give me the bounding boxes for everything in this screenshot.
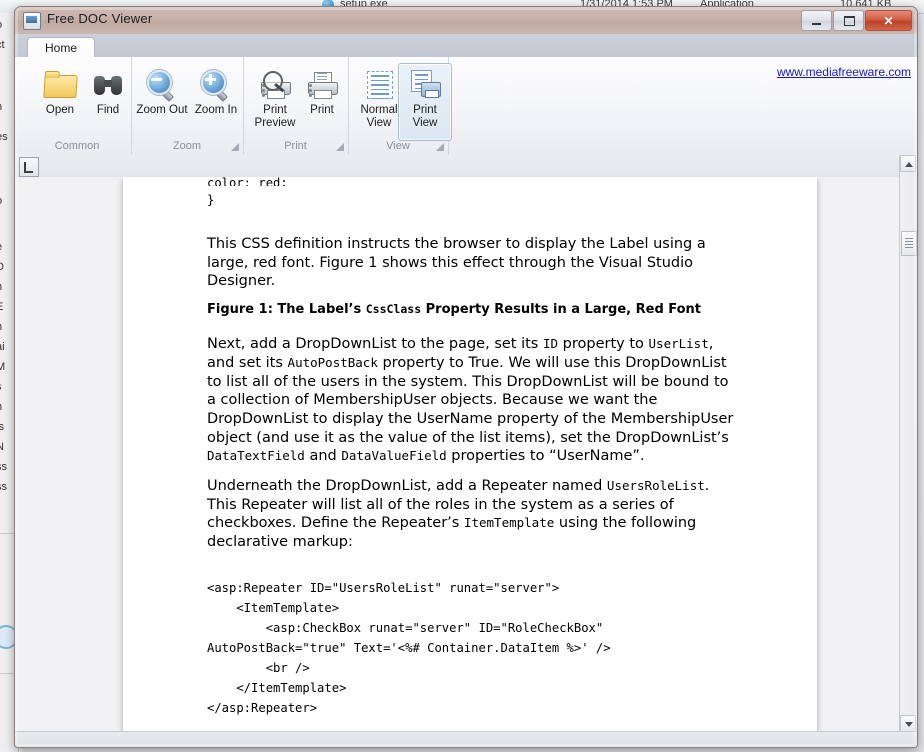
bg-text-fragment: ss [0,461,7,473]
bg-text-fragment: ai [0,341,5,353]
paragraph-repeater-run-3: ItemTemplate [464,515,554,530]
maximize-button[interactable] [833,10,864,31]
find-button[interactable]: Find [81,63,135,141]
print-preview-icon [258,67,292,101]
paragraph-dropdownlist: Next, add a DropDownList to the page, se… [207,335,742,466]
print-view-button[interactable]: PrintView [398,63,452,141]
ruler-bar [15,155,917,178]
bg-text-fragment: n [0,281,2,293]
paragraph-dropdownlist-run-0: Next, add a DropDownList to the page, se… [207,336,543,352]
bg-text-fragment: ss [0,481,7,493]
status-bar [15,731,917,747]
bg-text-fragment: ct [0,39,5,51]
paragraph-dropdownlist-run-10: properties to “UserName”. [447,448,645,464]
ribbon-group-label-zoom: Zoom [131,140,243,152]
zoom-out-label: Zoom Out [136,104,187,117]
document-content: color: red; } This CSS definition instru… [207,177,742,732]
paragraph-dropdownlist-run-7: DataTextField [207,448,305,463]
print-button[interactable]: Print [295,63,349,141]
folder-open-icon [43,67,77,101]
ribbon-group-label-print: Print [243,140,348,152]
open-button-label: Open [46,104,74,117]
paragraph-repeater-run-0: Underneath the DropDownList, add a Repea… [207,478,607,494]
paragraph-css-definition: This CSS definition instructs the browse… [207,235,742,291]
bg-text-fragment: e [0,241,2,253]
bg-text-fragment: N [0,441,4,453]
view-dialog-launcher-icon[interactable] [436,143,444,151]
print-dialog-launcher-icon[interactable] [336,143,344,151]
ribbon-group-view: NormalView PrintView View [348,57,449,155]
minimize-button[interactable] [801,10,832,31]
scroll-thumb[interactable] [901,231,917,256]
figure-1-caption: Figure 1: The Label’s CssClass Property … [207,302,742,317]
ribbon-group-label-common: Common [23,140,131,152]
bg-text-fragment: o [0,19,2,31]
ribbon: Open Find Common Zoom Out Zoom In [15,57,917,156]
find-button-label: Find [97,104,119,117]
print-label: Print [310,104,334,117]
document-page: color: red; } This CSS definition instru… [123,177,817,732]
paragraph-dropdownlist-run-1: ID [543,336,558,351]
title-bar[interactable]: Free DOC Viewer ✕ [15,7,917,35]
bg-text-fragment: is [0,421,4,433]
print-preview-button[interactable]: PrintPreview [248,63,302,141]
print-view-label: PrintView [413,104,438,130]
mediafreeware-link[interactable]: www.mediafreeware.com [777,65,911,79]
print-view-icon [408,67,442,101]
ribbon-group-label-view: View [348,140,448,152]
bg-text-fragment: n [0,321,2,333]
code-block-repeater-markup: <asp:Repeater ID="UsersRoleList" runat="… [207,578,742,718]
document-viewport[interactable]: color: red; } This CSS definition instru… [15,177,917,732]
closing-brace: } [207,192,742,209]
vertical-scrollbar[interactable] [899,155,917,732]
zoom-dialog-launcher-icon[interactable] [231,143,239,151]
scroll-down-arrow[interactable] [900,715,916,732]
window-title: Free DOC Viewer [47,11,152,26]
scroll-up-arrow[interactable] [900,155,916,172]
figure-caption-prefix: Figure 1: The Label’s [207,302,366,317]
open-button[interactable]: Open [33,63,87,141]
paragraph-dropdownlist-run-2: property to [558,336,648,352]
zoom-in-button[interactable]: Zoom In [189,63,243,141]
close-icon: ✕ [866,15,911,27]
free-doc-viewer-window: Free DOC Viewer ✕ Home Open Find Common [14,6,918,748]
figure-caption-code: CssClass [366,302,421,316]
tab-home[interactable]: Home [27,37,95,59]
paragraph-repeater-run-1: UsersRoleList [607,478,705,493]
bg-text-fragment: E [0,301,3,313]
window-controls: ✕ [801,10,912,31]
normal-view-icon [362,67,396,101]
binoculars-icon [91,67,125,101]
bg-text-fragment: M [0,361,5,373]
paragraph-repeater: Underneath the DropDownList, add a Repea… [207,477,742,552]
normal-view-label: NormalView [360,104,397,130]
bg-text-fragment: es [0,131,8,143]
paragraph-dropdownlist-run-5: AutoPostBack [288,355,378,370]
ribbon-tab-strip: Home [15,34,917,58]
bg-text-fragment: s [0,381,2,393]
paragraph-dropdownlist-run-3: UserList [649,336,709,351]
zoom-out-button[interactable]: Zoom Out [135,63,189,141]
magnifier-plus-icon [199,67,233,101]
bg-text-fragment: o [0,195,2,207]
magnifier-minus-icon [145,67,179,101]
printer-icon [305,67,339,101]
zoom-in-label: Zoom In [195,104,237,117]
ribbon-group-common: Open Find Common [23,57,132,155]
ribbon-group-print: PrintPreview Print Print [243,57,349,155]
paragraph-dropdownlist-run-9: DataValueField [341,448,446,463]
close-button[interactable]: ✕ [865,10,912,31]
bg-text-fragment: n [0,101,2,113]
bg-text-fragment: D [0,261,4,273]
clipped-code-line: color: red; [207,177,742,186]
print-preview-label: PrintPreview [255,104,296,130]
ribbon-group-zoom: Zoom Out Zoom In Zoom [131,57,244,155]
document-viewer-icon [23,12,41,30]
tab-stop-selector-button[interactable] [19,157,39,177]
paragraph-dropdownlist-run-8: and [305,448,342,464]
bg-text-fragment: n [0,401,2,413]
figure-caption-suffix: Property Results in a Large, Red Font [421,302,701,317]
